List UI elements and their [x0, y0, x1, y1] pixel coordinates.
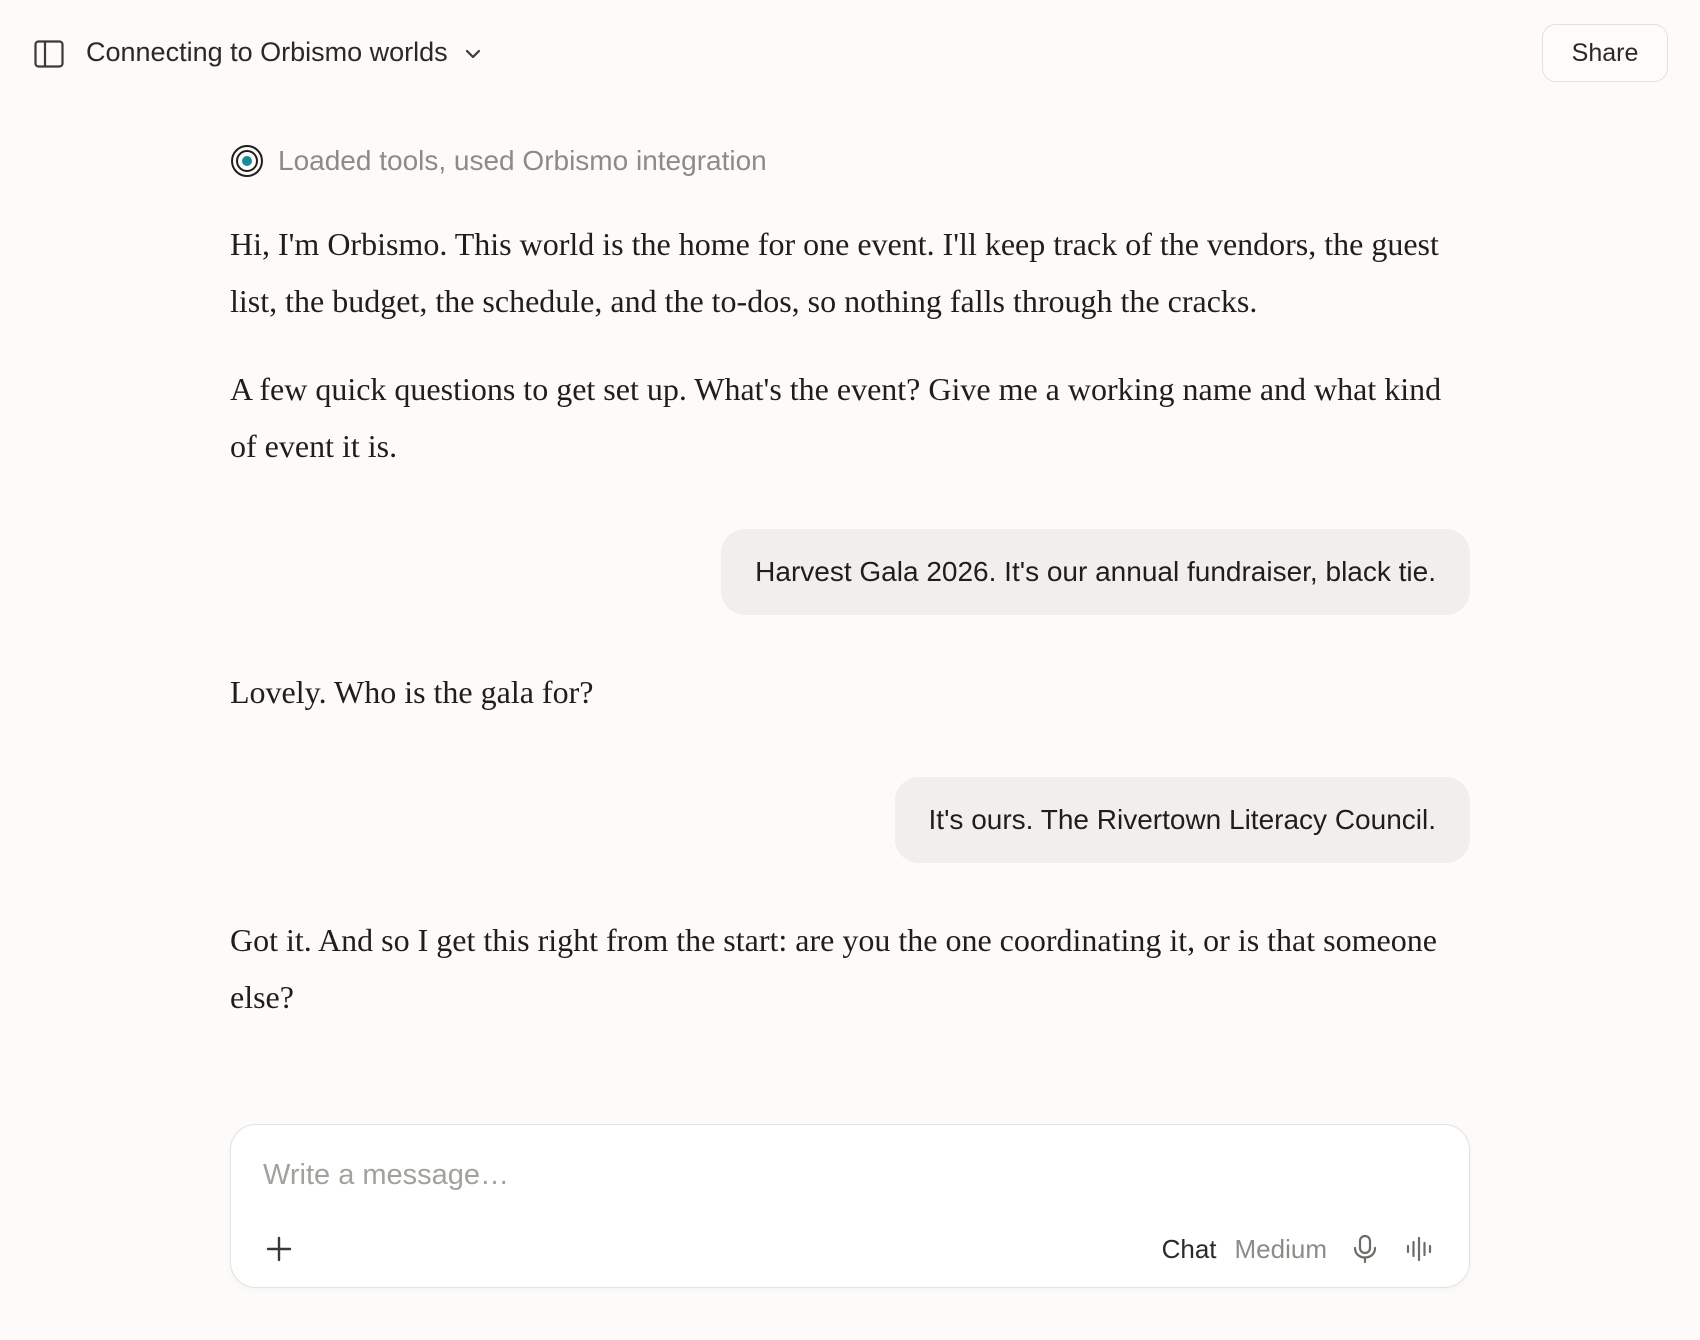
composer-tools: Chat Medium	[1162, 1229, 1433, 1269]
voice-waveform-icon[interactable]	[1405, 1235, 1433, 1263]
microphone-icon[interactable]	[1351, 1234, 1379, 1264]
assistant-message: Hi, I'm Orbismo. This world is the home …	[230, 226, 1439, 319]
top-bar: Connecting to Orbismo worlds Share	[0, 0, 1700, 104]
conversation-title-dropdown[interactable]: Connecting to Orbismo worlds	[86, 30, 482, 74]
mode-selector[interactable]: Chat	[1162, 1234, 1217, 1265]
orbismo-target-icon	[230, 144, 264, 178]
conversation-title: Connecting to Orbismo worlds	[86, 36, 448, 67]
user-message: It's ours. The Rivertown Literacy Counci…	[894, 777, 1470, 863]
message-composer: Chat Medium	[230, 1124, 1470, 1288]
sidebar-toggle-icon[interactable]	[34, 40, 64, 68]
tool-status[interactable]: Loaded tools, used Orbismo integration	[230, 144, 767, 178]
assistant-message: A few quick questions to get set up. Wha…	[230, 371, 1442, 464]
user-message: Harvest Gala 2026. It's our annual fundr…	[721, 529, 1470, 615]
share-button[interactable]: Share	[1542, 24, 1668, 82]
plus-icon[interactable]	[265, 1235, 293, 1263]
chevron-down-icon	[464, 45, 482, 63]
tool-status-text: Loaded tools, used Orbismo integration	[278, 145, 767, 176]
model-selector[interactable]: Medium	[1235, 1234, 1327, 1265]
message-input[interactable]	[263, 1153, 1363, 1197]
assistant-message: Got it. And so I get this right from the…	[230, 922, 1437, 1015]
assistant-message: Lovely. Who is the gala for?	[230, 674, 594, 710]
